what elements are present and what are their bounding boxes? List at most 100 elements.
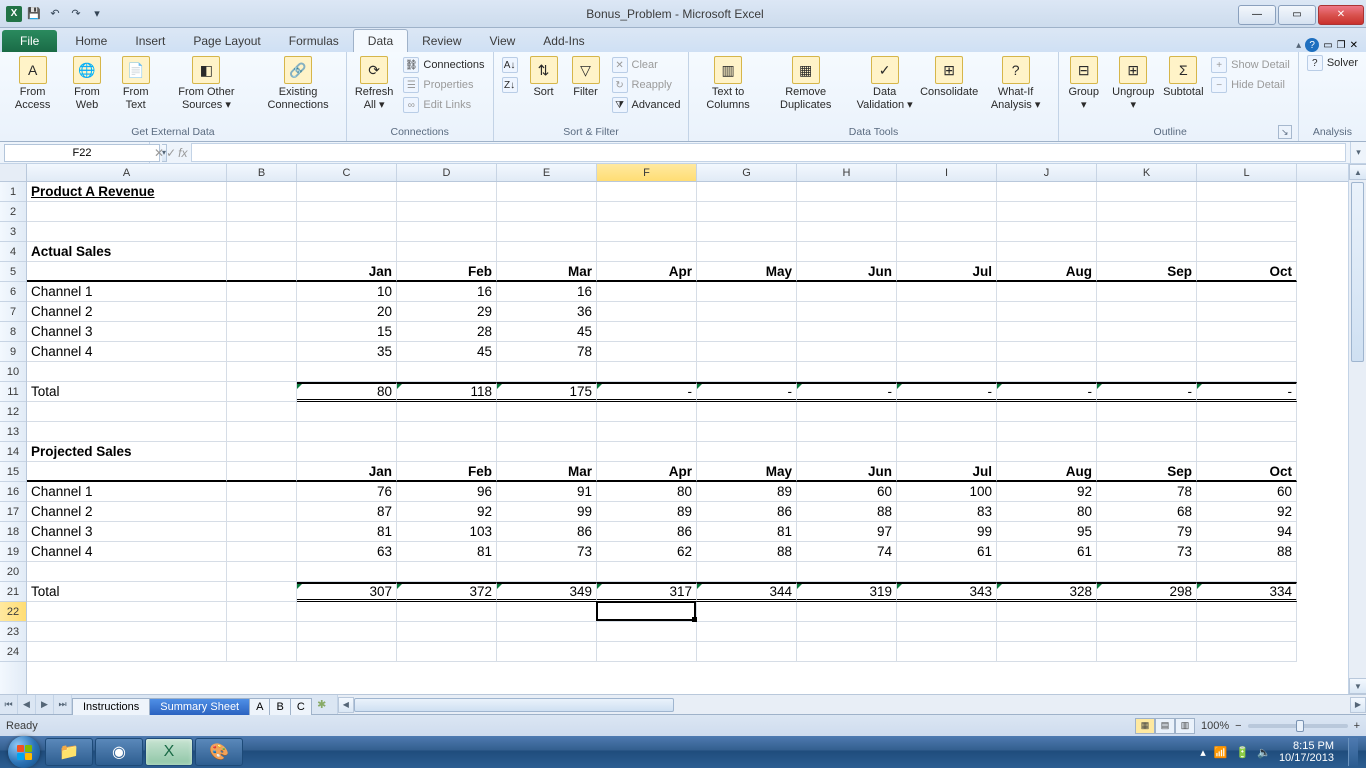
cell[interactable] (697, 282, 797, 302)
cell[interactable] (1097, 642, 1197, 662)
cell[interactable]: 61 (897, 542, 997, 562)
cell[interactable] (497, 402, 597, 422)
cell[interactable] (227, 362, 297, 382)
cell[interactable] (897, 242, 997, 262)
scroll-down-icon[interactable]: ▼ (1349, 678, 1366, 694)
cell[interactable] (27, 562, 227, 582)
normal-view-button[interactable]: ▦ (1135, 718, 1155, 734)
vertical-scroll-thumb[interactable] (1351, 182, 1364, 362)
cell[interactable] (1197, 422, 1297, 442)
page-layout-view-button[interactable]: ▤ (1155, 718, 1175, 734)
row-header[interactable]: 16 (0, 482, 26, 502)
cell[interactable]: 344 (697, 582, 797, 602)
cell[interactable] (227, 562, 297, 582)
cell[interactable]: 81 (697, 522, 797, 542)
cell[interactable]: 86 (497, 522, 597, 542)
cell[interactable] (497, 202, 597, 222)
cell[interactable] (227, 602, 297, 622)
cell[interactable] (697, 202, 797, 222)
cell[interactable] (797, 242, 897, 262)
row-header[interactable]: 20 (0, 562, 26, 582)
cell[interactable] (897, 442, 997, 462)
cell[interactable] (1097, 422, 1197, 442)
cell[interactable] (27, 422, 227, 442)
cell[interactable]: - (597, 382, 697, 402)
cell[interactable] (997, 602, 1097, 622)
cell[interactable]: 92 (997, 482, 1097, 502)
cell[interactable] (1097, 302, 1197, 322)
cell[interactable] (897, 202, 997, 222)
cell[interactable] (27, 262, 227, 282)
cell[interactable] (697, 562, 797, 582)
cell[interactable] (697, 402, 797, 422)
cell[interactable]: 328 (997, 582, 1097, 602)
cell[interactable]: 96 (397, 482, 497, 502)
cell[interactable]: 60 (1197, 482, 1297, 502)
cell[interactable] (1197, 602, 1297, 622)
tab-insert[interactable]: Insert (121, 30, 179, 52)
horizontal-scrollbar[interactable]: ◀ ▶ (337, 695, 1366, 714)
cell[interactable] (227, 242, 297, 262)
cell[interactable]: 319 (797, 582, 897, 602)
cell[interactable] (227, 482, 297, 502)
row-header[interactable]: 1 (0, 182, 26, 202)
clear-button[interactable]: ✕Clear (608, 56, 685, 74)
solver-button[interactable]: ?Solver (1303, 54, 1362, 72)
cell[interactable] (497, 442, 597, 462)
cell[interactable] (1097, 362, 1197, 382)
cell[interactable]: Channel 2 (27, 302, 227, 322)
cell[interactable]: Channel 3 (27, 322, 227, 342)
cell[interactable] (1197, 182, 1297, 202)
cell[interactable] (597, 322, 697, 342)
cell[interactable] (1097, 222, 1197, 242)
cell[interactable]: Channel 3 (27, 522, 227, 542)
cell[interactable]: - (1197, 382, 1297, 402)
sheet-tab[interactable]: Summary Sheet (149, 698, 250, 715)
text-to-columns-button[interactable]: ▥Text to Columns (693, 54, 762, 113)
row-header[interactable]: 3 (0, 222, 26, 242)
column-header[interactable]: I (897, 164, 997, 181)
tab-view[interactable]: View (476, 30, 530, 52)
cell[interactable] (1197, 362, 1297, 382)
cell[interactable]: Apr (597, 462, 697, 482)
from-text-button[interactable]: 📄From Text (113, 54, 159, 113)
cell[interactable] (297, 182, 397, 202)
cell[interactable]: 89 (697, 482, 797, 502)
cell[interactable] (497, 422, 597, 442)
tab-data[interactable]: Data (353, 29, 408, 52)
cell[interactable]: - (1097, 382, 1197, 402)
cell[interactable]: Actual Sales (27, 242, 227, 262)
cell[interactable] (597, 562, 697, 582)
cell[interactable] (797, 202, 897, 222)
cell[interactable] (1197, 302, 1297, 322)
cell[interactable] (227, 182, 297, 202)
cell[interactable]: Channel 1 (27, 282, 227, 302)
cell[interactable]: - (797, 382, 897, 402)
cell[interactable] (697, 302, 797, 322)
cell[interactable] (227, 282, 297, 302)
sheet-tab[interactable]: B (269, 698, 290, 715)
cell[interactable]: 68 (1097, 502, 1197, 522)
existing-connections-button[interactable]: 🔗Existing Connections (254, 54, 342, 113)
cell[interactable] (227, 522, 297, 542)
from-access-button[interactable]: AFrom Access (4, 54, 61, 113)
cell[interactable] (1097, 622, 1197, 642)
cell[interactable] (697, 242, 797, 262)
cell[interactable]: Oct (1197, 462, 1297, 482)
cell[interactable] (27, 402, 227, 422)
cell[interactable]: Channel 2 (27, 502, 227, 522)
cell[interactable] (397, 182, 497, 202)
cell[interactable]: Total (27, 382, 227, 402)
cell[interactable]: Apr (597, 262, 697, 282)
cell[interactable] (227, 622, 297, 642)
cell[interactable]: 94 (1197, 522, 1297, 542)
cell[interactable] (1197, 202, 1297, 222)
cell[interactable]: - (897, 382, 997, 402)
row-header[interactable]: 7 (0, 302, 26, 322)
cell[interactable] (297, 422, 397, 442)
cell[interactable]: Feb (397, 262, 497, 282)
cell[interactable] (497, 182, 597, 202)
page-break-view-button[interactable]: ▥ (1175, 718, 1195, 734)
cell[interactable] (997, 402, 1097, 422)
cell[interactable] (897, 422, 997, 442)
